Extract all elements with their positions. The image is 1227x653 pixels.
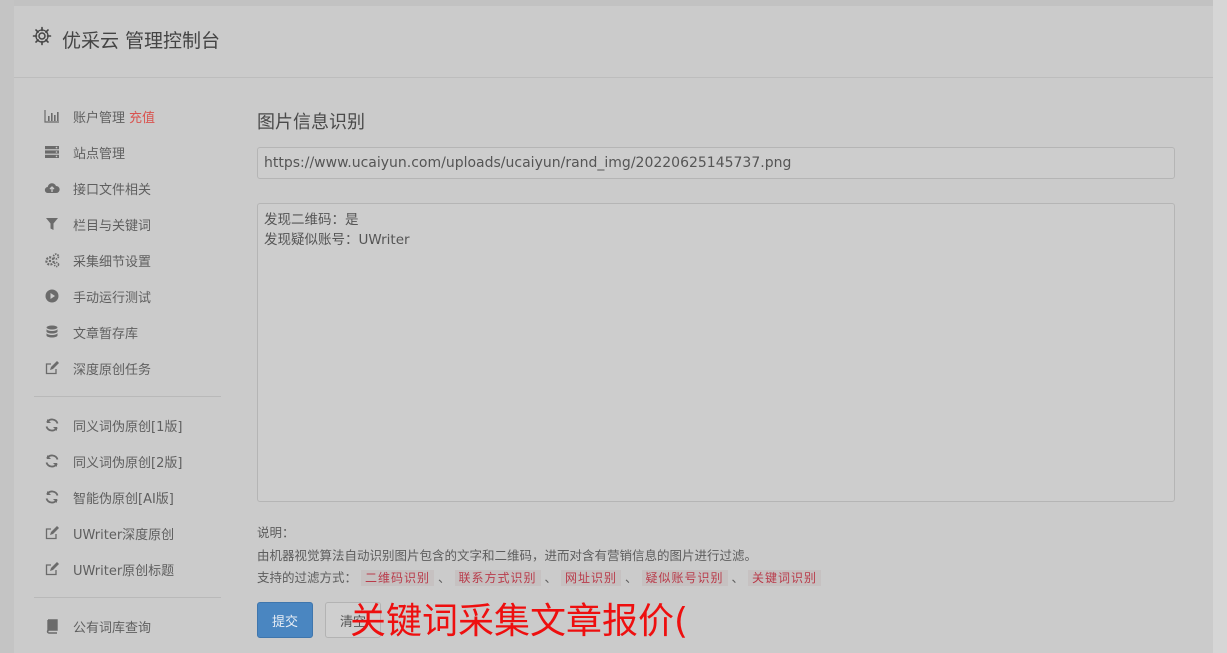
book-icon	[44, 618, 60, 634]
sidebar-item-label: 深度原创任务	[73, 362, 152, 378]
sidebar-item-label: 同义词伪原创[1版]	[73, 419, 183, 435]
edit-icon	[44, 561, 60, 577]
sidebar-item-label: 文章暂存库	[73, 326, 139, 342]
filter-icon	[44, 216, 60, 232]
sidebar-item-label: 栏目与关键词	[73, 218, 152, 234]
database-icon	[44, 324, 60, 340]
sidebar-item-label: UWriter深度原创	[73, 527, 175, 543]
sidebar-item-label: 账户管理	[73, 110, 126, 126]
result-line: 发现疑似账号：UWriter	[264, 232, 410, 248]
filter-separator: 、	[438, 570, 451, 585]
sidebar-item-synonym-v1[interactable]: 同义词伪原创[1版]	[44, 413, 182, 437]
sidebar-item-manual-run[interactable]: 手动运行测试	[44, 284, 151, 308]
filter-separator: 、	[731, 570, 745, 585]
filter-methods: 支持的过滤方式： 二维码识别 、 联系方式识别 、 网址识别 、 疑似账号识别 …	[257, 567, 822, 586]
result-line: 发现二维码：是	[264, 212, 359, 228]
sidebar-item-uwriter-deep[interactable]: UWriter深度原创	[44, 521, 174, 545]
sidebar-item-label: 同义词伪原创[2版]	[73, 455, 183, 471]
sidebar-item-label: 接口文件相关	[73, 182, 152, 198]
filter-tag: 关键词识别	[748, 570, 822, 586]
page-header: 优采云 管理控制台	[14, 6, 1213, 78]
sidebar-item-ai-rewrite[interactable]: 智能伪原创[AI版]	[44, 485, 174, 509]
edit-icon	[44, 525, 60, 541]
right-scrollbar-track[interactable]	[1213, 0, 1227, 653]
refresh-icon	[44, 489, 60, 505]
image-url-input[interactable]	[257, 147, 1175, 179]
sidebar-item-columns-keywords[interactable]: 栏目与关键词	[44, 212, 151, 236]
filter-tag: 疑似账号识别	[641, 570, 728, 586]
sidebar-item-label: 手动运行测试	[73, 290, 152, 306]
refresh-icon	[44, 453, 60, 469]
sidebar-item-label: 采集细节设置	[73, 254, 152, 270]
filter-tag: 网址识别	[561, 570, 622, 586]
filter-tag: 二维码识别	[361, 570, 435, 586]
sidebar-divider	[34, 396, 221, 397]
sidebar-item-interface-files[interactable]: 接口文件相关	[44, 176, 151, 200]
sidebar-item-synonym-v2[interactable]: 同义词伪原创[2版]	[44, 449, 182, 473]
sidebar-item-label: 站点管理	[73, 146, 126, 162]
edit-icon	[44, 360, 60, 376]
sidebar-item-label: UWriter原创标题	[73, 563, 175, 579]
section-title: 图片信息识别	[257, 112, 365, 133]
submit-button[interactable]: 提交	[257, 602, 313, 638]
sidebar-item-uwriter-title[interactable]: UWriter原创标题	[44, 557, 174, 581]
sidebar-item-account[interactable]: 账户管理 充值	[44, 104, 155, 128]
refresh-icon	[44, 417, 60, 433]
sidebar-item-deep-original-task[interactable]: 深度原创任务	[44, 356, 151, 380]
filter-label: 支持的过滤方式：	[257, 570, 358, 585]
filter-separator: 、	[544, 570, 558, 585]
console-panel: 优采云 管理控制台 账户管理 充值 站点管理 接口文件相关 栏目与关键词 采集细…	[14, 6, 1213, 653]
recharge-link[interactable]: 充值	[129, 107, 155, 126]
left-gutter	[0, 0, 14, 653]
sidebar-item-label: 智能伪原创[AI版]	[73, 491, 174, 507]
note-description: 由机器视觉算法自动识别图片包含的文字和二维码，进而对含有营销信息的图片进行过滤。	[257, 548, 758, 563]
play-circle-icon	[44, 288, 60, 304]
filter-separator: 、	[625, 570, 638, 585]
server-icon	[44, 144, 60, 160]
cloud-upload-icon	[44, 180, 60, 196]
page-title: 优采云 管理控制台	[62, 30, 221, 52]
sidebar-item-label: 公有词库查询	[73, 620, 152, 636]
sidebar-divider	[34, 597, 221, 598]
sidebar-item-article-storage[interactable]: 文章暂存库	[44, 320, 138, 344]
filter-tag: 联系方式识别	[454, 570, 541, 586]
overlay-watermark-text: 关键词采集文章报价(	[350, 601, 689, 642]
gears-icon	[44, 252, 60, 268]
result-textarea[interactable]: 发现二维码：是 发现疑似账号：UWriter	[257, 203, 1175, 502]
note-label: 说明：	[257, 525, 295, 540]
sidebar-item-sites[interactable]: 站点管理	[44, 140, 125, 164]
sidebar-item-public-lexicon[interactable]: 公有词库查询	[44, 614, 151, 638]
gear-icon	[32, 26, 52, 46]
bar-chart-icon	[44, 108, 60, 124]
sidebar-item-collection-settings[interactable]: 采集细节设置	[44, 248, 151, 272]
